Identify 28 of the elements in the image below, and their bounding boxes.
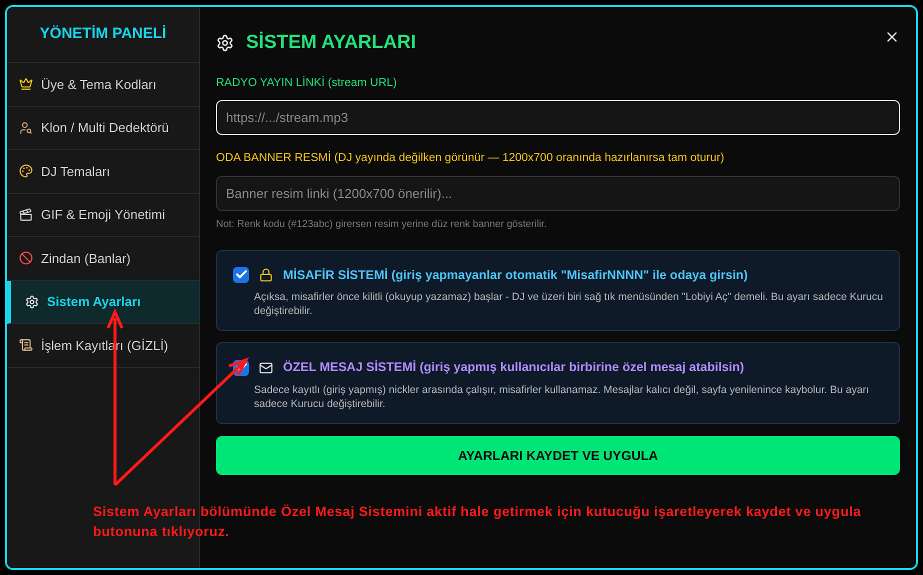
settings-icon bbox=[216, 34, 234, 52]
option-title: MİSAFİR SİSTEMİ (giriş yapmayanlar otomatik "MisafirNNNN" ile odaya girsin) bbox=[283, 266, 748, 284]
option-description: Sadece kayıtlı (giriş yapmış) nickler arasında çalışır, misafirler kullanamaz. Mesajlar kalıcı değil, sayfa yenilenince kaybolur. Bu ayarı sadece Kurucu değiştirebilir. bbox=[253, 383, 870, 411]
page-title: SİSTEM AYARLARI bbox=[246, 30, 416, 55]
crown-icon bbox=[19, 77, 33, 92]
sidebar-item[interactable]: Üye & Tema Kodları bbox=[7, 63, 199, 106]
note-text: Not: Renk kodu (#123abc) girersen resim yerine düz renk banner gösterilir. bbox=[216, 218, 548, 232]
sidebar-item[interactable]: DJ Temaları bbox=[7, 150, 199, 194]
person-search-icon bbox=[19, 120, 33, 135]
checkbox[interactable] bbox=[233, 266, 249, 283]
scroll-icon bbox=[19, 338, 33, 352]
field-label: ODA BANNER RESMİ (DJ yayında değilken görünür — 1200x700 oranında hazırlanırsa tam oturur) bbox=[216, 150, 726, 166]
panel-title: YÖNETİM PANELİ bbox=[40, 24, 166, 44]
option-title: ÖZEL MESAJ SİSTEMİ (giriş yapmış kullanıcılar birbirine özel mesaj atabilsin) bbox=[283, 359, 744, 376]
settings-icon bbox=[25, 294, 39, 309]
save-button[interactable]: AYARLARI KAYDET VE UYGULA bbox=[216, 436, 900, 475]
prohibited-icon bbox=[19, 251, 33, 266]
field-label: RADYO YAYIN LİNKİ (stream URL) bbox=[216, 75, 398, 91]
sidebar-item[interactable]: Sistem Ayarları bbox=[7, 280, 199, 324]
lock-icon bbox=[259, 268, 273, 282]
envelope-icon bbox=[259, 360, 273, 375]
palette-icon bbox=[19, 164, 33, 178]
clapperboard-icon bbox=[19, 208, 33, 222]
sidebar-item[interactable]: Klon / Multi Dedektörü bbox=[7, 106, 199, 150]
annotation-text: Sistem Ayarları bölümünde Özel Mesaj Sistemini aktif hale getirmek için kutucuğu işaretleyerek kaydet ve uygula butonuna tıklıyoruz. bbox=[93, 503, 862, 541]
input-field[interactable]: Banner resim linki (1200x700 önerilir)... bbox=[216, 176, 900, 210]
sidebar-item[interactable]: GIF & Emoji Yönetimi bbox=[7, 194, 199, 237]
option-description: Açıksa, misafirler önce kilitli (okuyup yazamaz) başlar - DJ ve üzeri biri sağ tık menüsünden "Lobiyi Aç" demeli. Bu ayarı sadece Kurucu değiştirebilir. bbox=[253, 290, 883, 318]
